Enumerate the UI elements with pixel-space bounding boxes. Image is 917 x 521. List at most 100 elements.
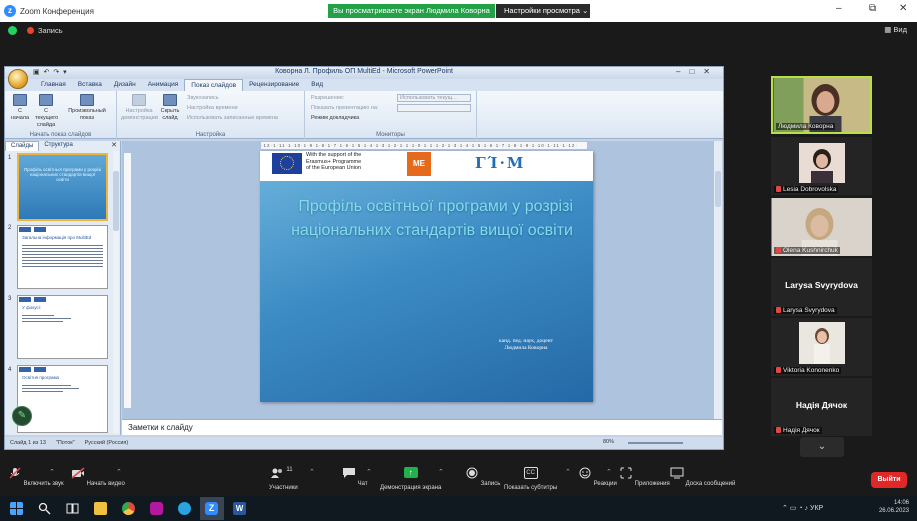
tab-slides[interactable]: Слайды xyxy=(5,141,40,151)
maximize-button[interactable]: ⧉ xyxy=(869,3,876,14)
thumb-lines xyxy=(18,381,107,396)
telegram-icon[interactable] xyxy=(178,502,191,515)
ribbon-group-label: Настройка xyxy=(195,132,226,138)
resolution-select[interactable]: Использовать текущ... xyxy=(397,94,471,102)
chat-chevron-up-icon[interactable]: ⌃ xyxy=(366,468,372,476)
unmute-label: Включить звук xyxy=(23,481,64,487)
theme-name: "Поток" xyxy=(55,440,75,446)
viber-icon[interactable] xyxy=(150,502,163,515)
notes-pane[interactable]: Заметки к слайду xyxy=(122,419,722,435)
participants-icon: 11 xyxy=(270,467,296,479)
close-button[interactable]: ✕ xyxy=(899,3,907,14)
tab-home[interactable]: Главная xyxy=(35,79,72,91)
share-screen-label: Демонстрация экрана xyxy=(380,485,442,491)
view-button[interactable]: ▦ Вид xyxy=(884,25,907,34)
video-options-chevron-up-icon[interactable]: ⌃ xyxy=(116,468,122,476)
zoom-level[interactable]: 80% xyxy=(598,439,619,445)
setup-show-button[interactable]: Настройка демонстрации xyxy=(121,94,158,122)
share-chevron-up-icon[interactable]: ⌃ xyxy=(438,468,444,476)
tab-view[interactable]: Вид xyxy=(305,79,329,91)
unmute-button[interactable]: Включить звук xyxy=(8,467,64,487)
scroll-thumb[interactable] xyxy=(715,171,721,207)
show-on-select[interactable] xyxy=(397,104,471,112)
office-button-icon[interactable] xyxy=(8,69,28,89)
chrome-icon[interactable] xyxy=(122,502,135,515)
participant-name-text: Larysa Svyrydova xyxy=(783,307,835,314)
task-view-icon[interactable] xyxy=(66,502,79,515)
annotate-pen-icon[interactable]: ✎ xyxy=(12,406,32,426)
close-icon[interactable]: ✕ xyxy=(111,141,117,149)
participant-name-text: Надія Дячок xyxy=(783,427,820,434)
participants-chevron-up-icon[interactable]: ⌃ xyxy=(309,468,315,476)
minimize-button[interactable]: – xyxy=(836,3,842,14)
from-current-button[interactable]: С текущего слайда xyxy=(35,94,59,129)
participants-button[interactable]: 11 Участники xyxy=(269,467,298,491)
editor-scrollbar[interactable] xyxy=(714,141,722,419)
slide-thumbnail[interactable]: У фокусі: xyxy=(17,295,108,359)
zoom-app-icon[interactable]: Z xyxy=(205,502,218,515)
chat-button[interactable]: Чат xyxy=(342,467,368,487)
slide-author[interactable]: канд. пед. наук, доцент Людмила Коворна xyxy=(499,338,553,352)
slide-thumbnail[interactable]: Загальна інформація про MultiEd xyxy=(17,225,108,289)
from-start-button[interactable]: С начала xyxy=(9,94,31,122)
ppt-title-bar: ▣ ↶ ↷ ▾ Коворна Л. Профиль ОП МultiEd - … xyxy=(5,67,723,89)
tab-animation[interactable]: Анимация xyxy=(142,79,185,91)
participant-tile[interactable]: Olena Kushnirchuk xyxy=(771,198,872,256)
file-explorer-icon[interactable] xyxy=(94,502,107,515)
use-timings-checkbox[interactable]: Использовать записанные времена xyxy=(187,115,278,121)
participant-tile[interactable]: Larysa Svyrydova Larysa Svyrydova xyxy=(771,258,872,316)
security-shield-icon[interactable] xyxy=(8,25,17,35)
scroll-thumb[interactable] xyxy=(113,171,119,231)
slide-title[interactable]: Профіль освітньої програми у розрізі нац… xyxy=(278,195,573,243)
mic-muted-icon xyxy=(9,467,21,479)
rehearse-audio-item[interactable]: Звукозапись xyxy=(187,95,219,101)
setup-icon xyxy=(132,94,146,106)
word-icon[interactable]: W xyxy=(233,502,246,515)
current-slide[interactable]: With the support of the Erasmus+ Program… xyxy=(260,151,593,402)
rehearse-timings-item[interactable]: Настройка времени xyxy=(187,105,238,111)
reactions-chevron-up-icon[interactable]: ⌃ xyxy=(606,468,612,476)
tab-review[interactable]: Рецензирование xyxy=(243,79,305,91)
tab-insert[interactable]: Вставка xyxy=(72,79,108,91)
from-current-label: С текущего слайда xyxy=(35,108,59,128)
leave-meeting-button[interactable]: Выйти xyxy=(871,472,907,488)
audio-options-chevron-up-icon[interactable]: ⌃ xyxy=(49,468,55,476)
windows-start-icon[interactable] xyxy=(10,502,23,515)
pane-scrollbar[interactable] xyxy=(113,151,119,433)
apps-button[interactable]: Приложения xyxy=(619,467,670,487)
whiteboards-button[interactable]: Доска сообщений xyxy=(670,467,735,487)
clock[interactable]: 14:06 26.06.2023 xyxy=(879,499,909,515)
presenter-view-checkbox[interactable]: Режим докладчика xyxy=(311,115,359,121)
participant-tile[interactable]: Lesia Dobrovolska xyxy=(771,137,872,195)
horizontal-ruler: ·12·1·11·1·10·1·9·1·8·1·7·1·6·1·5·1·4·1·… xyxy=(261,142,587,149)
tab-slideshow[interactable]: Показ слайдов xyxy=(184,79,244,91)
tab-design[interactable]: Дизайн xyxy=(108,79,142,91)
gm-logo: ΓΊ·М xyxy=(475,154,526,172)
tab-outline[interactable]: Структура xyxy=(39,141,77,151)
hide-slide-button[interactable]: Скрыть слайд xyxy=(159,94,181,122)
system-tray-icons[interactable]: ⌃ ▭ ◔ ♪ УКР xyxy=(782,504,823,512)
captions-button[interactable]: CC Показать субтитры xyxy=(504,467,557,491)
search-icon[interactable] xyxy=(38,502,51,515)
view-options-button[interactable]: Настройки просмотра ⌄ xyxy=(496,4,590,18)
participant-tile[interactable]: Viktoria Kononenko xyxy=(771,318,872,376)
keyboard-language[interactable]: УКР xyxy=(810,505,823,512)
mic-muted-icon xyxy=(776,427,781,433)
captions-chevron-up-icon[interactable]: ⌃ xyxy=(565,468,571,476)
erasmus-text: With the support of the Erasmus+ Program… xyxy=(306,152,361,172)
slide-thumbnail[interactable]: Профіль освітньої програми у розрізі нац… xyxy=(17,153,108,221)
slide-thumbnail[interactable]: Освітня програма xyxy=(17,365,108,433)
ppt-window-controls[interactable]: –□✕ xyxy=(676,67,719,76)
record-button[interactable]: Запись xyxy=(465,467,500,487)
participant-photo xyxy=(798,143,845,183)
meeting-toolbar: Включить звук ⌃ Начать видео ⌃ 11 Участн… xyxy=(0,464,917,496)
participant-tile[interactable]: Надія Дячок Надія Дячок xyxy=(771,378,872,436)
slideshow-icon xyxy=(13,94,27,106)
ribbon-slideshow: С начала С текущего слайда Произвольный … xyxy=(5,91,723,139)
zoom-slider[interactable] xyxy=(628,442,683,444)
participant-tile[interactable]: Людмила Коворна xyxy=(771,76,872,134)
reactions-label: Реакции xyxy=(593,481,617,487)
custom-show-button[interactable]: Произвольный показ xyxy=(65,94,109,122)
more-participants-chevron-down-icon[interactable]: ⌄ xyxy=(800,437,844,457)
share-screen-button[interactable]: ↑ Демонстрация экрана xyxy=(380,467,441,491)
